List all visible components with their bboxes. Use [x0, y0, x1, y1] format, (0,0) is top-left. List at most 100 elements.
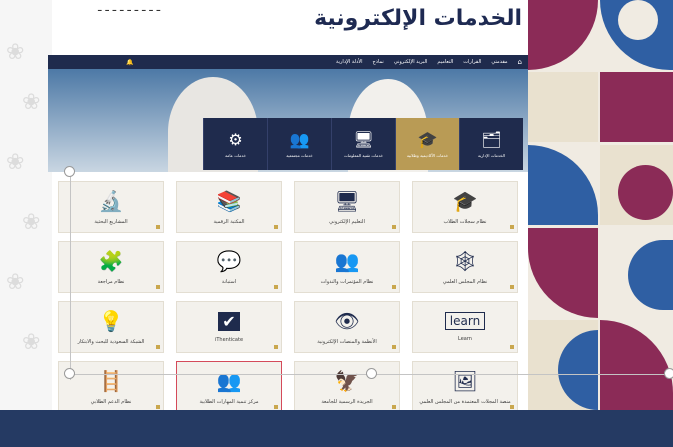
home-icon[interactable]: ⌂: [518, 58, 522, 66]
review-icon: 🧩: [98, 249, 124, 273]
service-category-bar: 🗂 الخدمات الإدارية 🎓 خدمات الأكاديمية وط…: [203, 118, 523, 170]
card-label: المشاريع البحثية: [94, 219, 128, 225]
service-card[interactable]: 🖼 منصة المجلات المعتمدة من المجلس العلمي: [412, 361, 518, 413]
chat-icon: 💬: [216, 249, 242, 273]
page-title: الخدمات الإلكترونية: [314, 6, 522, 31]
service-label: خدمات عامة: [225, 153, 246, 158]
card-dot: [156, 405, 160, 409]
card-dot: [274, 225, 278, 229]
top-navbar: ⌂ مقدمتي القرارات التعاميم البريد الإلكت…: [48, 55, 528, 69]
card-dot: [392, 285, 396, 289]
services-grid: 🎓 نظام سجلات الطلاب 🖥 التعليم الإلكتروني…: [56, 181, 518, 413]
card-dot: [392, 345, 396, 349]
left-decorative-pattern: ❀ ❀ ❀ ❀ ❀ ❀: [0, 0, 52, 410]
service-card[interactable]: 📚 المكتبة الرقمية: [176, 181, 282, 233]
service-card[interactable]: 💬 استبانة: [176, 241, 282, 293]
selection-guide-vertical: [70, 170, 71, 380]
service-label: خدمات مجتمعية: [286, 153, 313, 158]
card-dot: [274, 405, 278, 409]
card-label: نظام سجلات الطلاب: [443, 219, 487, 225]
card-label: المكتبة الرقمية: [213, 219, 245, 225]
card-label: Learn: [458, 336, 472, 342]
card-dot: [510, 345, 514, 349]
conference-icon: 👥: [334, 249, 360, 273]
card-label: مركز تنمية المهارات الطلابية: [199, 399, 259, 405]
service-card-selected[interactable]: 👥 مركز تنمية المهارات الطلابية: [176, 361, 282, 413]
picture-icon: 🖼: [452, 369, 478, 393]
resize-handle[interactable]: [64, 166, 75, 177]
card-label: الجريدة الرسمية للجامعة: [321, 399, 373, 405]
books-icon: 📚: [216, 189, 242, 213]
card-dot: [510, 405, 514, 409]
service-card[interactable]: 🪜 نظام الدعم الطلابي: [58, 361, 164, 413]
nav-item-email[interactable]: البريد الإلكتروني: [394, 59, 428, 65]
eye-icon: 👁: [334, 309, 360, 333]
resize-handle[interactable]: [64, 368, 75, 379]
computer-icon: 🖥: [353, 130, 374, 149]
card-dot: [156, 345, 160, 349]
card-label: نظام الدعم الطلابي: [90, 399, 132, 405]
gear-icon: ⚙: [228, 130, 243, 149]
checkmark-icon: ✔: [218, 311, 240, 331]
service-academic[interactable]: 🎓 خدمات الأكاديمية وطلابية: [395, 118, 459, 170]
students-icon: 👥: [216, 369, 242, 393]
service-community[interactable]: 👥 خدمات مجتمعية: [267, 118, 331, 170]
card-dot: [156, 285, 160, 289]
learn-logo-icon: learn: [444, 312, 486, 330]
card-dot: [392, 225, 396, 229]
service-card[interactable]: 🔬 المشاريع البحثية: [58, 181, 164, 233]
ladder-icon: 🪜: [98, 369, 124, 393]
card-dot: [274, 285, 278, 289]
card-label: نظام المجلس العلمي: [442, 279, 488, 285]
card-label: iThenticate: [214, 336, 244, 343]
service-card[interactable]: 🎓 نظام سجلات الطلاب: [412, 181, 518, 233]
service-general[interactable]: ⚙ خدمات عامة: [203, 118, 267, 170]
card-label: التعليم الإلكتروني: [329, 219, 365, 225]
people-icon: 👥: [289, 130, 310, 149]
card-label: نظام مراجعة: [97, 279, 125, 285]
card-label: منصة المجلات المعتمدة من المجلس العلمي: [419, 399, 511, 405]
nav-item-circulars[interactable]: التعاميم: [437, 59, 453, 65]
graduation-cap-icon: 🎓: [417, 130, 438, 149]
service-label: خدمات الأكاديمية وطلابية: [406, 153, 449, 158]
card-dot: [274, 345, 278, 349]
service-card[interactable]: 👥 نظام المؤتمرات والندوات: [294, 241, 400, 293]
lightbulb-icon: 💡: [98, 309, 124, 333]
service-card[interactable]: 🖥 التعليم الإلكتروني: [294, 181, 400, 233]
right-decorative-shapes: [528, 0, 673, 410]
service-card[interactable]: learn Learn: [412, 301, 518, 353]
nav-item-intro[interactable]: مقدمتي: [491, 59, 507, 65]
page-header: ـ ـ ـ ـ ـ ـ ـ ـ ـ الخدمات الإلكترونية: [60, 0, 530, 52]
monitor-icon: 🖥: [334, 189, 360, 213]
service-card[interactable]: 👁 الأنظمة والمنصات الإلكترونية: [294, 301, 400, 353]
eagle-icon: 🦅: [334, 369, 360, 393]
card-label: الشبكة السعودية للبحث والابتكار: [77, 339, 145, 345]
service-label: الخدمات الإدارية: [478, 153, 505, 158]
service-card[interactable]: 🕸 نظام المجلس العلمي: [412, 241, 518, 293]
card-dot: [510, 285, 514, 289]
nav-item-forms[interactable]: نماذج: [373, 59, 384, 65]
card-dot: [510, 225, 514, 229]
microscope-icon: 🔬: [98, 189, 124, 213]
nav-item-decisions[interactable]: القرارات: [463, 59, 481, 65]
nav-item-admin-guides[interactable]: الأدلة الإدارية: [336, 59, 363, 65]
service-card[interactable]: 🧩 نظام مراجعة: [58, 241, 164, 293]
card-dot: [392, 405, 396, 409]
service-it[interactable]: 🖥 خدمات تقنية المعلومات: [331, 118, 395, 170]
network-icon: 🕸: [452, 249, 478, 273]
card-label: الأنظمة والمنصات الإلكترونية: [317, 339, 377, 345]
bell-icon[interactable]: 🔔: [126, 59, 133, 66]
partial-heading: ـ ـ ـ ـ ـ ـ ـ ـ ـ: [98, 0, 161, 14]
card-label: نظام المؤتمرات والندوات: [320, 279, 374, 285]
service-card[interactable]: ✔ iThenticate: [176, 301, 282, 353]
card-label: استبانة: [221, 279, 237, 285]
folders-icon: 🗂: [481, 130, 502, 149]
resize-handle[interactable]: [664, 368, 673, 379]
card-dot: [156, 225, 160, 229]
service-label: خدمات تقنية المعلومات: [343, 153, 384, 158]
service-admin[interactable]: 🗂 الخدمات الإدارية: [459, 118, 523, 170]
footer-band: [0, 410, 673, 447]
resize-handle[interactable]: [366, 368, 377, 379]
service-card[interactable]: 🦅 الجريدة الرسمية للجامعة: [294, 361, 400, 413]
service-card[interactable]: 💡 الشبكة السعودية للبحث والابتكار: [58, 301, 164, 353]
